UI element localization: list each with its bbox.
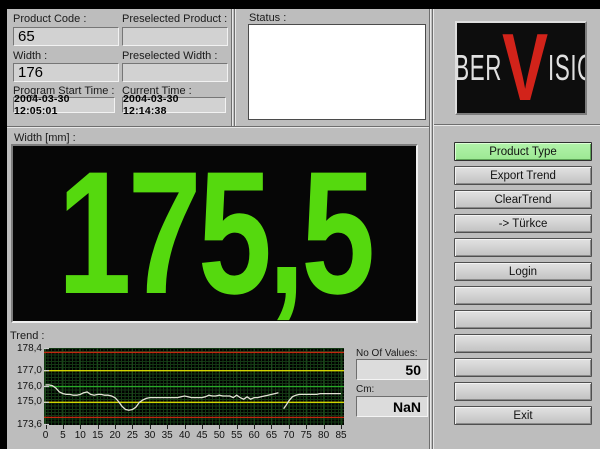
sidebar-button-cleartrend[interactable]: ClearTrend — [454, 190, 592, 209]
trend-xtick-mark-25 — [132, 425, 133, 429]
trend-xtick-30: 30 — [144, 430, 155, 441]
trend-ytick-178,4: 178,4 — [6, 343, 42, 355]
preselected-width-field[interactable] — [122, 63, 228, 82]
status-listbox[interactable] — [248, 24, 426, 120]
sidebar-button-blank-9[interactable] — [454, 358, 592, 377]
trend-xtick-mark-80 — [324, 425, 325, 429]
trend-label: Trend : — [10, 330, 44, 342]
no-of-values-label: No Of Values: — [356, 348, 418, 359]
current-time-field[interactable]: 2004-03-30 12:14:38 — [122, 97, 226, 113]
divider-form-status — [231, 9, 236, 128]
trend-xtick-70: 70 — [283, 430, 294, 441]
sidebar-button-export-trend[interactable]: Export Trend — [454, 166, 592, 185]
width-mm-label: Width [mm] : — [14, 132, 76, 144]
preselected-product-field[interactable] — [122, 27, 228, 46]
sidebar-button-blank-7[interactable] — [454, 310, 592, 329]
trend-xtick-65: 65 — [266, 430, 277, 441]
trend-xtick-mark-35 — [167, 425, 168, 429]
width-field[interactable]: 176 — [13, 63, 119, 82]
preselected-product-label: Preselected Product : — [122, 13, 227, 25]
trend-xtick-10: 10 — [75, 430, 86, 441]
width-label: Width : — [13, 50, 47, 62]
logo-text-ision: ISION — [548, 50, 587, 86]
cm-field[interactable]: NaN — [356, 396, 428, 417]
sidebar-button-product-type[interactable]: Product Type — [454, 142, 592, 161]
trend-xtick-45: 45 — [196, 430, 207, 441]
cm-label: Cm: — [356, 384, 374, 395]
trend-xtick-mark-0 — [46, 425, 47, 429]
trend-xtick-5: 5 — [60, 430, 66, 441]
trend-xtick-mark-30 — [150, 425, 151, 429]
status-label: Status : — [249, 12, 286, 24]
sidebar-button-t-rkce[interactable]: -> Türkce — [454, 214, 592, 233]
preselected-width-label: Preselected Width : — [122, 50, 217, 62]
trend-xtick-mark-65 — [271, 425, 272, 429]
trend-plot-svg — [44, 348, 344, 425]
trend-xtick-mark-50 — [219, 425, 220, 429]
program-start-time-field[interactable]: 2004-03-30 12:05:01 — [13, 97, 115, 113]
trend-xtick-85: 85 — [335, 430, 346, 441]
trend-xtick-35: 35 — [162, 430, 173, 441]
trend-plot — [44, 348, 344, 425]
trend-xtick-mark-10 — [80, 425, 81, 429]
fibervision-window: Product Code : 65 Preselected Product : … — [0, 0, 600, 449]
trend-xtick-75: 75 — [301, 430, 312, 441]
trend-xtick-mark-75 — [306, 425, 307, 429]
trend-xtick-mark-40 — [185, 425, 186, 429]
trend-ytick-175,0: 175,0 — [6, 396, 42, 408]
trend-xtick-55: 55 — [231, 430, 242, 441]
trend-xtick-50: 50 — [214, 430, 225, 441]
trend-xtick-mark-5 — [63, 425, 64, 429]
trend-ytick-173,6: 173,6 — [6, 419, 42, 431]
logo-text-fiber: FIBER — [455, 50, 502, 86]
trend-xtick-mark-70 — [289, 425, 290, 429]
trend-xtick-20: 20 — [109, 430, 120, 441]
sidebar-button-blank-6[interactable] — [454, 286, 592, 305]
sidebar-button-column: Product Type Export Trend ClearTrend -> Tür… — [454, 142, 592, 425]
trend-xtick-mark-85 — [341, 425, 342, 429]
trend-series-width-trend — [284, 394, 341, 409]
trend-xtick-mark-55 — [237, 425, 238, 429]
divider-top-right — [434, 124, 600, 127]
trend-xtick-mark-60 — [254, 425, 255, 429]
trend-ytick-177,0: 177,0 — [6, 365, 42, 377]
trend-xtick-mark-20 — [115, 425, 116, 429]
sidebar-button-blank-4[interactable] — [454, 238, 592, 257]
trend-xtick-mark-15 — [98, 425, 99, 429]
no-of-values-field[interactable]: 50 — [356, 359, 428, 380]
trend-xtick-40: 40 — [179, 430, 190, 441]
sidebar-button-blank-10[interactable] — [454, 382, 592, 401]
fibervision-logo: FIBERVISION — [455, 21, 587, 115]
trend-xtick-25: 25 — [127, 430, 138, 441]
product-code-label: Product Code : — [13, 13, 86, 25]
logo-v-mark: V — [502, 24, 548, 112]
trend-xtick-mark-45 — [202, 425, 203, 429]
sidebar-button-login[interactable]: Login — [454, 262, 592, 281]
trend-xtick-60: 60 — [249, 430, 260, 441]
width-display: 175,5 — [11, 144, 418, 323]
trend-xtick-80: 80 — [318, 430, 329, 441]
width-display-value: 175,5 — [58, 146, 372, 321]
trend-xtick-0: 0 — [43, 430, 49, 441]
sidebar-button-blank-8[interactable] — [454, 334, 592, 353]
product-code-field[interactable]: 65 — [13, 27, 119, 46]
divider-top-left — [7, 126, 429, 129]
sidebar-button-exit[interactable]: Exit — [454, 406, 592, 425]
trend-ytick-176,0: 176,0 — [6, 381, 42, 393]
divider-main-sidebar — [429, 9, 434, 449]
trend-xtick-15: 15 — [92, 430, 103, 441]
